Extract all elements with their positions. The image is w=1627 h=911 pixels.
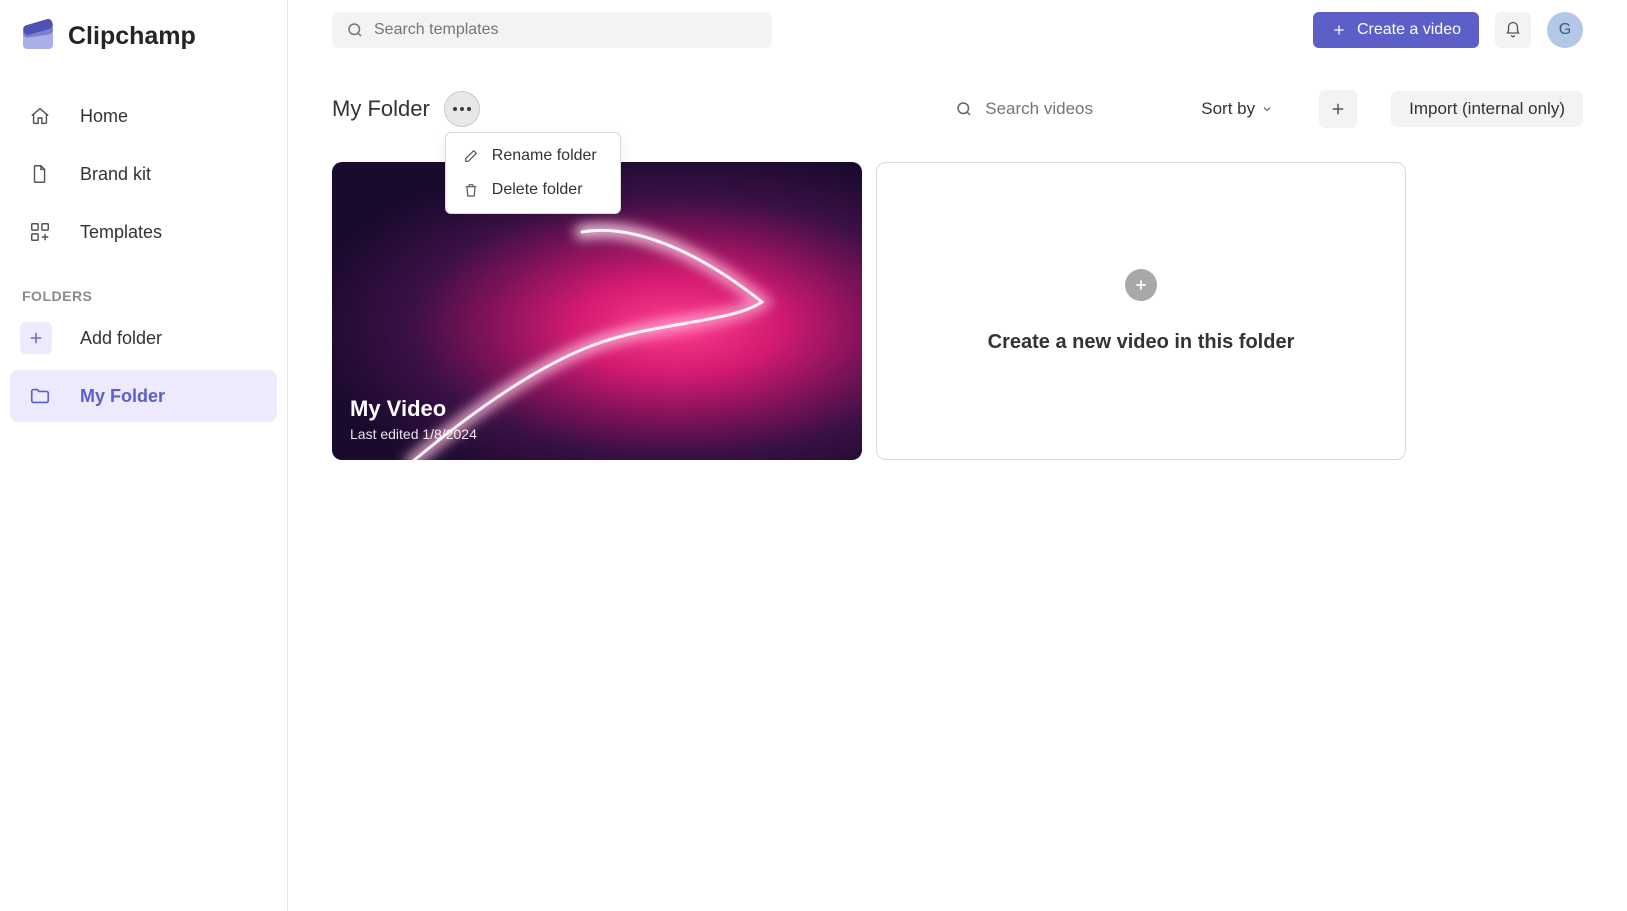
add-folder-button[interactable]: Add folder (10, 312, 277, 364)
add-folder-label: Add folder (80, 328, 162, 349)
search-templates[interactable] (332, 12, 772, 48)
main-area: Create a video G My Folder (288, 0, 1627, 911)
home-icon (28, 104, 52, 128)
sort-label: Sort by (1201, 99, 1255, 119)
sort-by-button[interactable]: Sort by (1189, 99, 1285, 119)
user-avatar[interactable]: G (1547, 12, 1583, 48)
import-button[interactable]: Import (internal only) (1391, 91, 1583, 127)
folder-icon (28, 384, 52, 408)
delete-label: Delete folder (492, 181, 583, 199)
plus-icon (1329, 100, 1347, 118)
video-card-overlay: My Video Last edited 1/8/2024 (332, 378, 862, 460)
plus-icon (1331, 22, 1347, 38)
brand-link[interactable]: Clipchamp (10, 18, 277, 72)
import-label: Import (internal only) (1409, 99, 1565, 118)
nav-templates[interactable]: Templates (10, 206, 277, 258)
folder-more-button[interactable]: Rename folder Delete folder (444, 91, 480, 127)
avatar-initial: G (1559, 21, 1571, 39)
delete-folder-item[interactable]: Delete folder (446, 173, 620, 207)
pencil-icon (462, 147, 480, 165)
nav-label: Home (80, 106, 128, 127)
folder-title: My Folder (332, 96, 430, 122)
plus-circle-icon (1125, 269, 1157, 301)
search-videos[interactable] (955, 99, 1145, 119)
add-button[interactable] (1319, 90, 1357, 128)
search-icon (346, 21, 364, 39)
nav-home[interactable]: Home (10, 90, 277, 142)
primary-nav: Home Brand kit Templates (10, 90, 277, 258)
create-card-label: Create a new video in this folder (988, 331, 1295, 354)
folder-context-menu: Rename folder Delete folder (445, 132, 621, 214)
search-templates-input[interactable] (374, 21, 758, 39)
topbar: Create a video G (288, 0, 1627, 60)
nav-label: Templates (80, 222, 162, 243)
search-icon (955, 100, 973, 118)
rename-folder-item[interactable]: Rename folder (446, 139, 620, 173)
templates-icon (28, 220, 52, 244)
video-title: My Video (350, 396, 844, 422)
brand-name: Clipchamp (68, 22, 196, 51)
brand-kit-icon (28, 162, 52, 186)
create-video-label: Create a video (1357, 21, 1461, 39)
clipchamp-logo-icon (20, 18, 56, 54)
plus-icon (20, 322, 52, 354)
nav-label: Brand kit (80, 164, 151, 185)
notifications-button[interactable] (1495, 12, 1531, 48)
chevron-down-icon (1261, 103, 1273, 115)
sidebar: Clipchamp Home Brand kit (0, 0, 288, 911)
bell-icon (1504, 21, 1522, 39)
create-video-card[interactable]: Create a new video in this folder (876, 162, 1406, 460)
search-videos-input[interactable] (985, 99, 1145, 119)
nav-brand-kit[interactable]: Brand kit (10, 148, 277, 200)
folders-section-label: FOLDERS (10, 258, 277, 312)
create-video-button[interactable]: Create a video (1313, 12, 1479, 48)
sidebar-folder-my-folder[interactable]: My Folder (10, 370, 277, 422)
rename-label: Rename folder (492, 147, 597, 165)
trash-icon (462, 181, 480, 199)
more-icon (453, 107, 471, 111)
video-last-edited: Last edited 1/8/2024 (350, 426, 844, 442)
folder-label: My Folder (80, 386, 165, 407)
folder-header: My Folder Rename folder Del (288, 60, 1627, 138)
